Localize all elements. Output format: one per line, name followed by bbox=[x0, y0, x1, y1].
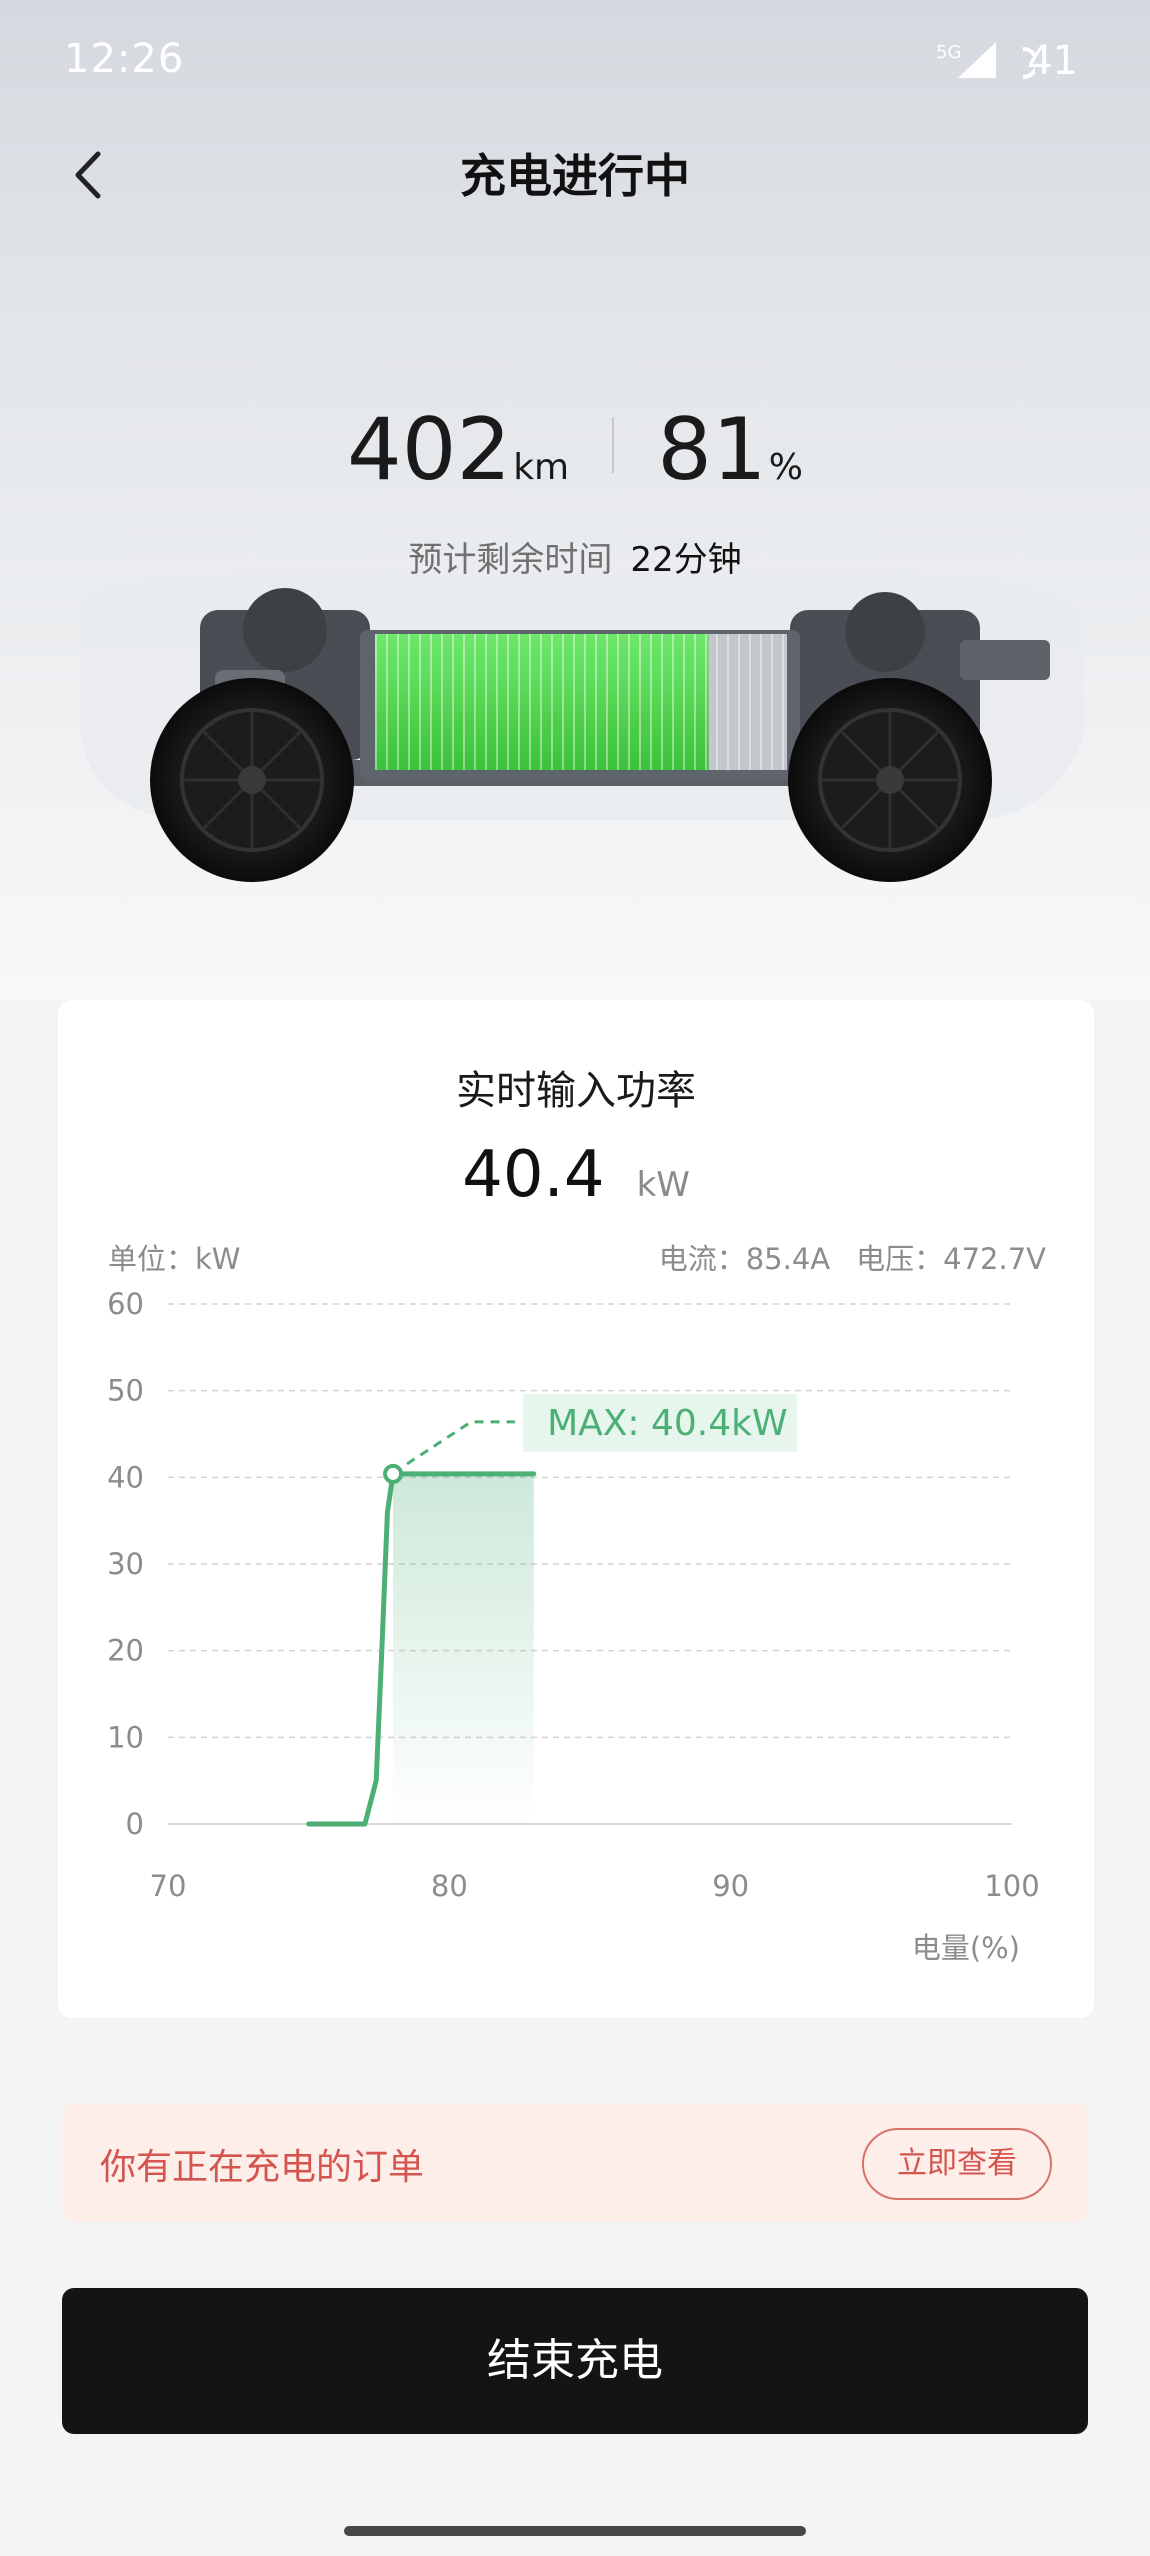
order-banner: 你有正在充电的订单 立即查看 bbox=[62, 2104, 1088, 2222]
y-tick-label: 0 bbox=[126, 1807, 144, 1841]
x-axis-label: 电量(%) bbox=[912, 1931, 1020, 1965]
soc-unit: % bbox=[768, 447, 803, 488]
x-tick-label: 80 bbox=[431, 1869, 468, 1903]
max-label: MAX: 40.4kW bbox=[547, 1403, 788, 1444]
end-charging-button[interactable]: 结束充电 bbox=[62, 2288, 1088, 2434]
soc-value: 81 bbox=[657, 400, 767, 500]
power-chart: 0 10 20 30 40 50 60 70 80 90 100 电量(%) MAX: 40.4kW bbox=[107, 1287, 1040, 1965]
range-value: 402 bbox=[347, 400, 512, 500]
divider bbox=[612, 417, 615, 473]
vehicle-chassis-illustration bbox=[80, 573, 1085, 882]
x-tick-label: 70 bbox=[150, 1869, 187, 1903]
y-tick-label: 30 bbox=[107, 1547, 144, 1581]
chart-area bbox=[393, 1473, 534, 1824]
power-card: 实时输入功率 40.4 kW 单位：kW 电流：85.4A 电压：472.7V 01… bbox=[58, 1000, 1094, 2018]
range-unit: km bbox=[513, 447, 570, 488]
y-tick-label: 10 bbox=[107, 1720, 144, 1754]
front-wheel bbox=[150, 678, 354, 882]
signal-icon: 5G bbox=[936, 42, 996, 78]
network-label: 5G bbox=[936, 42, 961, 63]
home-indicator bbox=[344, 2526, 806, 2536]
view-order-button[interactable]: 立即查看 bbox=[862, 2128, 1052, 2200]
y-tick-label: 50 bbox=[107, 1374, 144, 1408]
status-time: 12:26 bbox=[64, 36, 185, 82]
range-soc-row: 402km 81% bbox=[0, 400, 1150, 500]
battery-level: 41 bbox=[1027, 38, 1078, 84]
page-title: 充电进行中 bbox=[460, 149, 690, 203]
y-tick-label: 20 bbox=[107, 1634, 144, 1668]
battery-pack bbox=[360, 630, 800, 780]
x-tick-label: 100 bbox=[984, 1869, 1039, 1903]
status-bar: 12:26 5G 41 bbox=[0, 0, 1150, 130]
x-tick-label: 90 bbox=[712, 1869, 749, 1903]
order-banner-text: 你有正在充电的订单 bbox=[100, 2147, 425, 2188]
rear-wheel bbox=[788, 678, 992, 882]
max-point bbox=[383, 1463, 404, 1484]
y-tick-label: 40 bbox=[107, 1460, 144, 1494]
max-leader-line bbox=[406, 1420, 516, 1466]
y-tick-label: 60 bbox=[107, 1287, 144, 1321]
